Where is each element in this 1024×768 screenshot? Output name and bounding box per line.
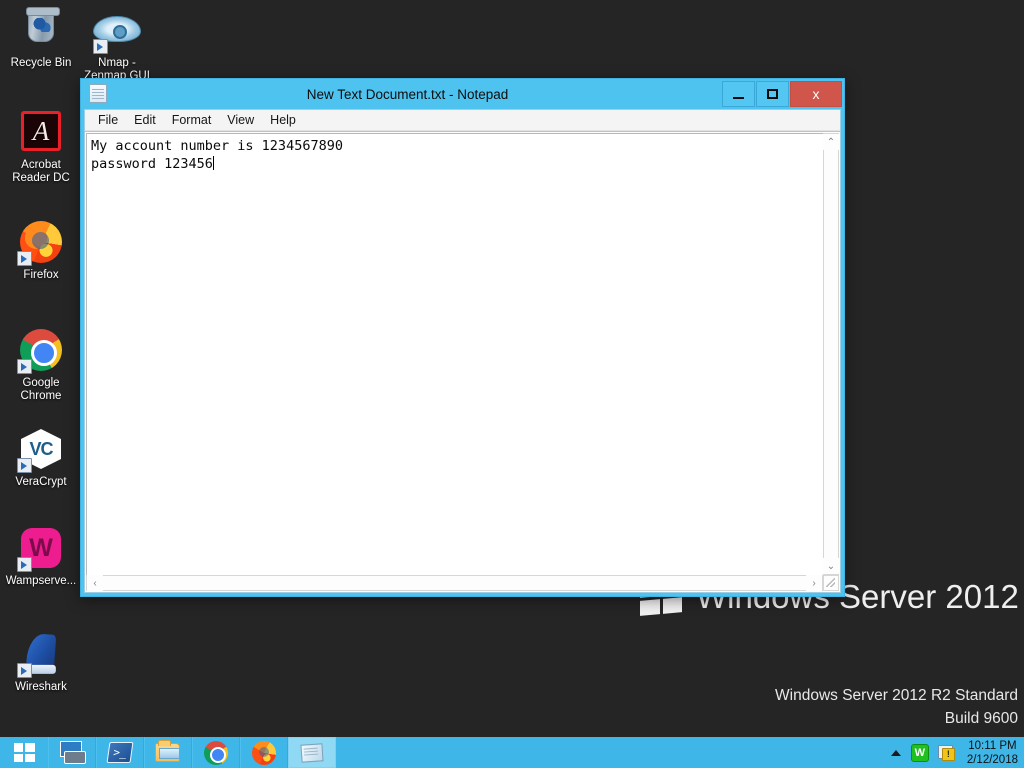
shortcut-arrow-icon	[93, 39, 108, 54]
minimize-icon	[733, 96, 744, 99]
scroll-up-icon[interactable]: ⌃	[823, 134, 839, 150]
recycle-bin-icon	[17, 6, 65, 54]
shortcut-arrow-icon	[17, 663, 32, 678]
folder-icon	[154, 739, 182, 766]
server-manager-icon	[58, 740, 86, 766]
start-button[interactable]	[0, 737, 48, 768]
desktop-icon-acrobat-reader[interactable]: Acrobat Reader DC	[2, 108, 80, 185]
desktop-icon-label: Google Chrome	[20, 377, 62, 402]
veracrypt-icon	[17, 425, 65, 473]
vertical-scrollbar[interactable]: ⌃ ⌄	[823, 133, 839, 575]
clock-date: 2/12/2018	[966, 753, 1018, 766]
windows-start-icon	[13, 743, 35, 762]
text-caret	[212, 156, 214, 170]
taskbar[interactable]: 10:11 PM 2/12/2018	[0, 737, 1024, 768]
notepad-window[interactable]: New Text Document.txt - Notepad x File E…	[80, 78, 845, 597]
menu-item-help[interactable]: Help	[262, 111, 304, 129]
shortcut-arrow-icon	[17, 359, 32, 374]
shortcut-arrow-icon	[17, 557, 32, 572]
notepad-body: File Edit Format View Help My account nu…	[84, 109, 841, 593]
desktop-icon-label: Firefox	[23, 269, 59, 281]
desktop-icon-recycle-bin[interactable]: Recycle Bin	[2, 6, 80, 70]
notepad-icon	[298, 740, 326, 766]
clock[interactable]: 10:11 PM 2/12/2018	[963, 739, 1018, 767]
desktop-icon-google-chrome[interactable]: Google Chrome	[2, 326, 80, 403]
desktop-icon-label: Wireshark	[15, 681, 67, 693]
notepad-titlebar[interactable]: New Text Document.txt - Notepad x	[81, 79, 844, 109]
wireshark-fin-icon	[17, 630, 65, 678]
maximize-button[interactable]	[756, 81, 789, 107]
desktop[interactable]: Windows Server 2012 R2 Windows Server 20…	[0, 0, 1024, 737]
taskbar-item-chrome[interactable]	[192, 737, 240, 768]
chrome-icon	[17, 326, 65, 374]
menu-item-view[interactable]: View	[219, 111, 262, 129]
taskbar-item-file-explorer[interactable]	[144, 737, 192, 768]
desktop-icon-nmap[interactable]: Nmap - Zenmap GUI	[78, 6, 156, 83]
document-line-2: password 123456	[91, 156, 213, 172]
desktop-icon-label: Wampserve...	[5, 575, 77, 587]
menu-item-file[interactable]: File	[90, 111, 126, 129]
minimize-button[interactable]	[722, 81, 755, 107]
close-button[interactable]: x	[790, 81, 842, 107]
scroll-down-icon[interactable]: ⌄	[823, 558, 839, 574]
show-hidden-icons-button[interactable]	[890, 749, 901, 756]
desktop-icon-veracrypt[interactable]: VeraCrypt	[2, 425, 80, 489]
desktop-icon-label: Acrobat Reader DC	[12, 159, 70, 184]
menu-item-format[interactable]: Format	[164, 111, 220, 129]
os-watermark-build: Build 9600	[944, 710, 1018, 727]
document-line-1: My account number is 1234567890	[91, 138, 343, 154]
taskbar-item-server-manager[interactable]	[48, 737, 96, 768]
notepad-icon	[89, 84, 107, 103]
desktop-icon-wampserver[interactable]: Wampserve...	[2, 524, 80, 588]
shortcut-arrow-icon	[17, 458, 32, 473]
resize-grip[interactable]	[823, 575, 839, 591]
os-watermark-edition: Windows Server 2012 R2 Standard	[775, 687, 1018, 704]
system-tray[interactable]: 10:11 PM 2/12/2018	[890, 737, 1024, 768]
scroll-right-icon[interactable]: ›	[806, 575, 822, 591]
firefox-icon	[250, 740, 278, 766]
horizontal-scrollbar[interactable]: ‹ ›	[86, 575, 823, 591]
wampserver-icon	[17, 524, 65, 572]
window-controls[interactable]: x	[721, 79, 844, 109]
notepad-menubar[interactable]: File Edit Format View Help	[85, 110, 840, 131]
menu-item-edit[interactable]: Edit	[126, 111, 164, 129]
taskbar-item-notepad[interactable]	[288, 737, 336, 768]
taskbar-item-firefox[interactable]	[240, 737, 288, 768]
desktop-icon-label: VeraCrypt	[15, 476, 67, 488]
wampserver-tray-icon[interactable]	[910, 743, 929, 762]
action-center-warning-icon[interactable]	[937, 744, 955, 762]
chrome-icon	[202, 740, 230, 766]
os-watermark: Windows Server 2012 R2 Standard Build 96…	[775, 684, 1018, 730]
clock-time: 10:11 PM	[968, 739, 1017, 752]
taskbar-item-powershell[interactable]	[96, 737, 144, 768]
desktop-icon-firefox[interactable]: Firefox	[2, 218, 80, 282]
shortcut-arrow-icon	[17, 251, 32, 266]
desktop-icon-wireshark[interactable]: Wireshark	[2, 630, 80, 694]
notepad-text-area[interactable]: My account number is 1234567890 password…	[86, 133, 823, 575]
desktop-icon-label: Recycle Bin	[10, 57, 72, 69]
acrobat-icon	[17, 108, 65, 156]
scroll-left-icon[interactable]: ‹	[87, 575, 103, 591]
maximize-icon	[767, 89, 778, 99]
nmap-eye-icon	[93, 6, 141, 54]
firefox-icon	[17, 218, 65, 266]
notepad-text-area-wrap: My account number is 1234567890 password…	[85, 131, 840, 592]
powershell-icon	[106, 740, 134, 766]
